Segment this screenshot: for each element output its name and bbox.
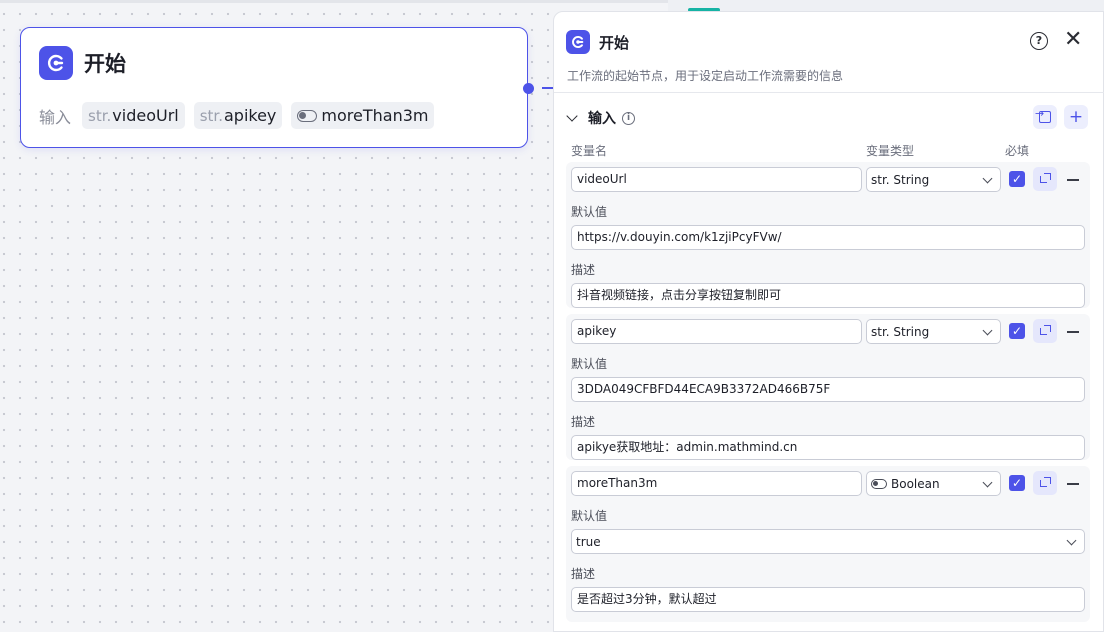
panel-header: 开始: [566, 30, 629, 54]
start-node-logo-icon: [39, 46, 73, 80]
description-label: 描述: [571, 415, 596, 429]
default-value-input[interactable]: 3DDA049CFBFD44ECA9B3372AD466B75F: [571, 377, 1085, 402]
variable-type-value: Boolean: [891, 476, 940, 491]
chevron-down-icon: [982, 477, 993, 488]
import-button[interactable]: [1033, 105, 1057, 129]
variable-name-input[interactable]: videoUrl: [571, 167, 862, 192]
input-chip-videourl: str. videoUrl: [82, 102, 185, 129]
panel-divider: [554, 92, 1104, 93]
input-section-header[interactable]: 输入 i: [566, 108, 635, 128]
variable-name-input[interactable]: apikey: [571, 319, 862, 344]
node-settings-panel: 开始 ? ✕ 工作流的起始节点，用于设定启动工作流需要的信息 输入 i + 变量…: [553, 11, 1104, 632]
start-node-card[interactable]: 开始 输入 str. videoUrl str. apikey moreThan…: [20, 27, 528, 148]
variable-type-select[interactable]: Boolean: [866, 471, 1001, 496]
start-node-inputs-label: 输入: [39, 107, 72, 127]
description-label: 描述: [571, 263, 596, 277]
column-header-required: 必填: [1005, 144, 1030, 158]
toggle-icon: [871, 478, 887, 489]
required-checkbox[interactable]: ✓: [1009, 171, 1025, 187]
default-value-select[interactable]: true: [571, 529, 1085, 554]
plus-icon: +: [1068, 107, 1084, 127]
description-input[interactable]: 是否超过3分钟，默认超过: [571, 587, 1085, 612]
chip-type-prefix: str.: [199, 106, 223, 125]
default-value-label: 默认值: [571, 357, 608, 371]
chevron-down-icon: [982, 173, 993, 184]
start-node-inputs: 输入 str. videoUrl str. apikey moreThan3m: [39, 102, 443, 129]
add-variable-button[interactable]: +: [1064, 105, 1088, 129]
import-icon: [1035, 107, 1051, 123]
chevron-down-icon: [566, 110, 578, 122]
start-node-title: 开始: [84, 52, 126, 76]
default-value-input[interactable]: https://v.douyin.com/k1zjiPcyFVw/: [571, 225, 1085, 250]
remove-variable-icon[interactable]: [1067, 483, 1079, 485]
start-node-header: 开始: [39, 46, 126, 80]
input-chip-morethan3m: moreThan3m: [291, 102, 435, 129]
remove-variable-icon[interactable]: [1067, 179, 1079, 181]
description-label: 描述: [571, 567, 596, 581]
collapse-arrows-icon[interactable]: [1033, 167, 1057, 191]
panel-title: 开始: [599, 33, 630, 52]
start-node-logo-icon: [566, 30, 590, 54]
description-input[interactable]: apikye获取地址：admin.mathmind.cn: [571, 435, 1085, 460]
close-icon[interactable]: ✕: [1064, 29, 1082, 51]
description-input[interactable]: 抖音视频链接，点击分享按钮复制即可: [571, 283, 1085, 308]
input-chip-apikey: str. apikey: [193, 102, 283, 129]
chip-name: apikey: [223, 106, 277, 125]
chip-type-prefix: str.: [88, 106, 112, 125]
section-label: 输入: [588, 111, 616, 127]
variable-type-value: str. String: [871, 324, 930, 339]
collapse-arrows-icon[interactable]: [1033, 319, 1057, 343]
output-port-handle[interactable]: [523, 83, 534, 94]
chip-name: videoUrl: [112, 106, 179, 125]
info-icon: i: [622, 111, 635, 125]
variable-type-value: str. String: [871, 172, 930, 187]
variable-row: moreThan3m Boolean ✓ 默认值 true 描述 是否超过3分钟…: [566, 466, 1090, 622]
toggle-icon: [297, 109, 318, 122]
required-checkbox[interactable]: ✓: [1009, 475, 1025, 491]
chevron-down-icon: [1066, 535, 1077, 546]
collapse-arrows-icon[interactable]: [1033, 471, 1057, 495]
column-header-name: 变量名: [571, 144, 608, 158]
remove-variable-icon[interactable]: [1067, 331, 1079, 333]
panel-description: 工作流的起始节点，用于设定启动工作流需要的信息: [567, 69, 844, 83]
required-checkbox[interactable]: ✓: [1009, 323, 1025, 339]
column-header-type: 变量类型: [866, 144, 915, 158]
help-icon[interactable]: ?: [1030, 32, 1048, 50]
variable-type-select[interactable]: str. String: [866, 167, 1001, 192]
variable-row: apikey str. String ✓ 默认值 3DDA049CFBFD44E…: [566, 314, 1090, 460]
default-value: true: [576, 534, 601, 549]
chip-name: moreThan3m: [321, 106, 429, 125]
variable-row: videoUrl str. String ✓ 默认值 https://v.dou…: [566, 162, 1090, 308]
default-value-label: 默认值: [571, 509, 608, 523]
default-value-label: 默认值: [571, 205, 608, 219]
variable-type-select[interactable]: str. String: [866, 319, 1001, 344]
chevron-down-icon: [982, 325, 993, 336]
variable-name-input[interactable]: moreThan3m: [571, 471, 862, 496]
